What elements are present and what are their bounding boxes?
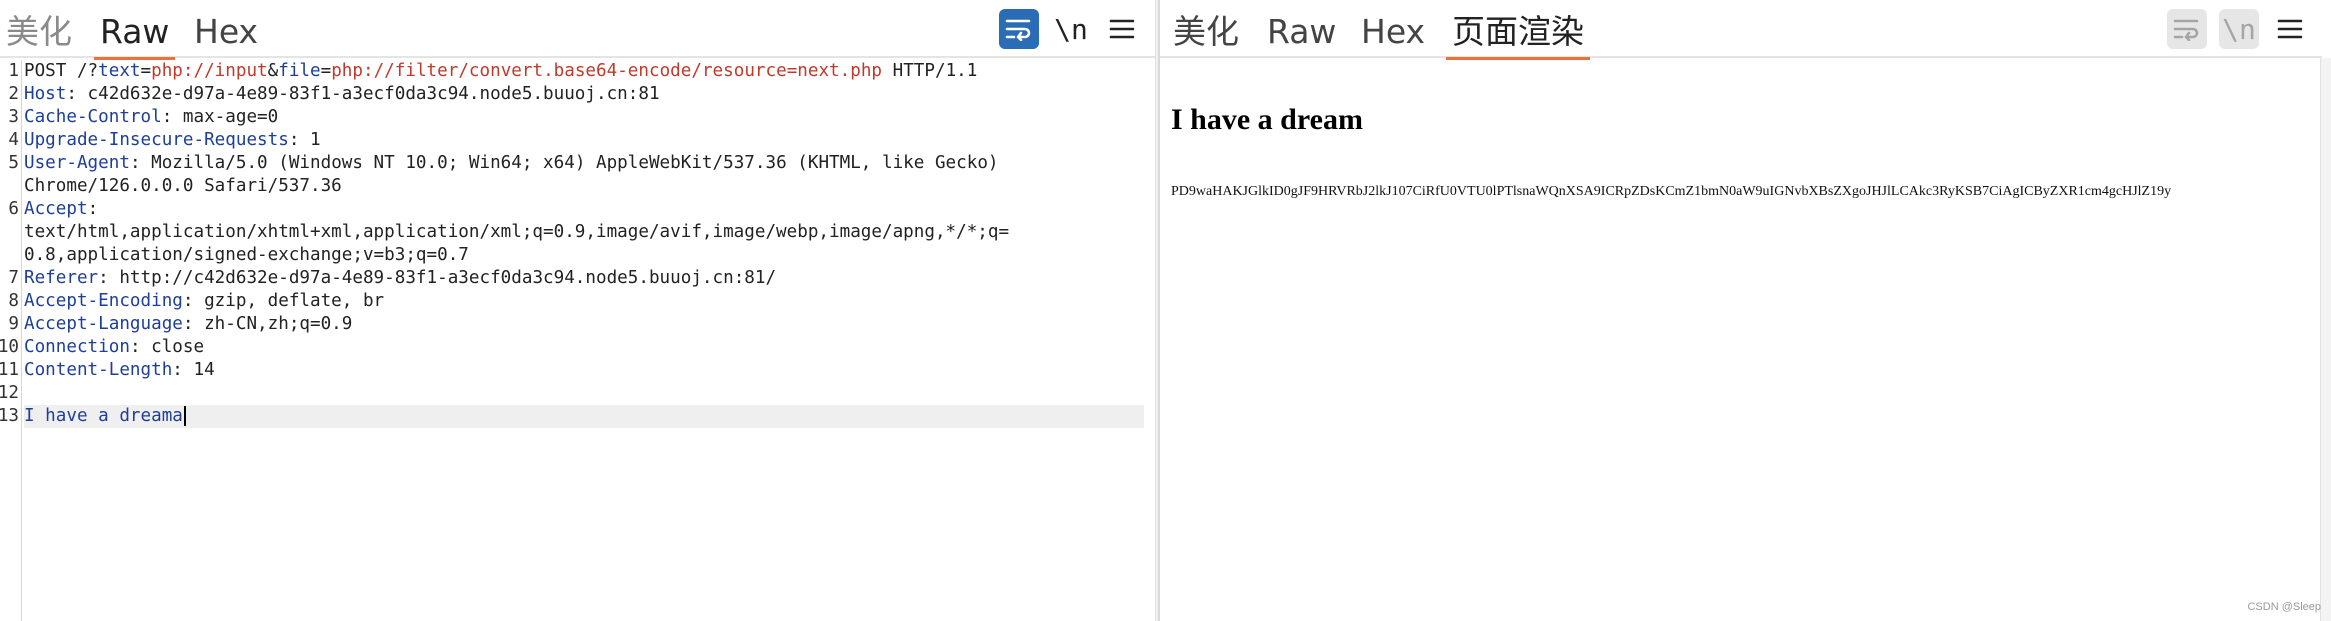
header-value: : 14 xyxy=(172,360,215,380)
request-body: I have a dreama xyxy=(24,406,183,426)
tab-raw[interactable]: Raw xyxy=(93,8,176,60)
header-value: Chrome/126.0.0.0 Safari/537.36 xyxy=(24,176,342,196)
request-tabbar: 美化 Raw Hex \n xyxy=(0,0,1155,60)
header-name: Upgrade-Insecure-Requests xyxy=(24,130,289,150)
request-body-line[interactable]: I have a dreama xyxy=(24,405,1144,428)
header-line: Content-Length: 14 xyxy=(24,359,1144,382)
header-value: 0.8,application/signed-exchange;v=b3;q=0… xyxy=(24,245,469,265)
header-name: Host xyxy=(24,84,67,104)
header-value: : zh-CN,zh;q=0.9 xyxy=(182,314,353,334)
request-line: POST /?text=php://input&file=php://filte… xyxy=(24,60,1144,83)
rendered-page-view[interactable]: I have a dream PD9waHAKJGlkID0gJF9HRVRbJ… xyxy=(1162,60,2320,621)
line-number-gutter: 1 2 3 4 5 6 7 8 9 10 11 12 13 xyxy=(0,60,22,621)
header-value: : 1 xyxy=(288,130,321,150)
line-number: 3 xyxy=(8,107,19,127)
request-menu-button[interactable] xyxy=(1102,9,1142,49)
header-name: User-Agent xyxy=(24,153,130,173)
text-cursor xyxy=(183,406,186,426)
param-name: text xyxy=(98,61,141,81)
header-line: Referer: http://c42d632e-d97a-4e89-83f1-… xyxy=(24,267,1144,290)
wrap-lines-icon xyxy=(1005,19,1031,41)
line-number xyxy=(0,244,19,267)
header-line: Host: c42d632e-d97a-4e89-83f1-a3ecf0da3c… xyxy=(24,83,1144,106)
line-number: 8 xyxy=(8,291,19,311)
tab-hex[interactable]: Hex xyxy=(194,8,258,56)
header-name: Accept-Language xyxy=(24,314,183,334)
hamburger-menu-icon xyxy=(2277,19,2303,39)
wrap-lines-button[interactable] xyxy=(999,9,1039,49)
param-value: php://input xyxy=(151,61,268,81)
line-number: 5 xyxy=(8,153,19,173)
line-number: 10 xyxy=(0,337,19,357)
rendered-heading: I have a dream xyxy=(1171,103,1363,136)
header-value: : http://c42d632e-d97a-4e89-83f1-a3ecf0d… xyxy=(98,268,777,288)
header-name: Accept-Encoding xyxy=(24,291,183,311)
header-value: : xyxy=(87,199,99,219)
line-number: 13 xyxy=(0,406,19,426)
tab-hex[interactable]: Hex xyxy=(1361,8,1425,56)
header-value: : close xyxy=(129,337,205,357)
header-name: Content-Length xyxy=(24,360,173,380)
header-value: : c42d632e-d97a-4e89-83f1-a3ecf0da3c94.n… xyxy=(66,84,660,104)
header-line-wrap: Chrome/126.0.0.0 Safari/537.36 xyxy=(24,175,1144,198)
header-value: : max-age=0 xyxy=(161,107,279,127)
header-name: Referer xyxy=(24,268,99,288)
header-name: Cache-Control xyxy=(24,107,162,127)
tab-pretty[interactable]: 美化 xyxy=(1173,8,1239,56)
empty-line xyxy=(24,382,1144,405)
response-menu-button[interactable] xyxy=(2270,9,2310,49)
header-line: Accept-Language: zh-CN,zh;q=0.9 xyxy=(24,313,1144,336)
line-number: 7 xyxy=(8,268,19,288)
request-editor[interactable]: 1 2 3 4 5 6 7 8 9 10 11 12 13 POST /?tex… xyxy=(0,60,1155,621)
line-number: 11 xyxy=(0,360,19,380)
line-number: 12 xyxy=(0,383,19,403)
header-name: Accept xyxy=(24,199,88,219)
vertical-scrollbar[interactable] xyxy=(2320,58,2331,621)
tab-raw[interactable]: Raw xyxy=(1267,8,1336,56)
header-line-wrap: 0.8,application/signed-exchange;v=b3;q=0… xyxy=(24,244,1144,267)
param-value: php://filter/convert.base64-encode/resou… xyxy=(331,61,883,81)
line-number: 6 xyxy=(8,199,19,219)
request-panel: 美化 Raw Hex \n 1 2 3 4 5 6 7 8 9 10 11 12… xyxy=(0,0,1155,621)
header-line: Accept-Encoding: gzip, deflate, br xyxy=(24,290,1144,313)
header-value: : Mozilla/5.0 (Windows NT 10.0; Win64; x… xyxy=(129,153,999,173)
response-tabbar: 美化 Raw Hex 页面渲染 \n xyxy=(1160,0,2322,60)
wrap-lines-icon xyxy=(2173,19,2199,41)
response-panel: 美化 Raw Hex 页面渲染 \n I have a dream PD9waH… xyxy=(1158,0,2322,621)
line-number: 2 xyxy=(8,84,19,104)
line-number: 1 xyxy=(8,61,19,81)
line-number xyxy=(0,175,19,198)
param-equals: = xyxy=(320,61,332,81)
header-line-wrap: text/html,application/xhtml+xml,applicat… xyxy=(24,221,1144,244)
line-number: 4 xyxy=(8,130,19,150)
param-equals: = xyxy=(140,61,152,81)
http-version: HTTP/1.1 xyxy=(882,61,978,81)
line-number xyxy=(0,221,19,244)
header-line: User-Agent: Mozilla/5.0 (Windows NT 10.0… xyxy=(24,152,1144,175)
header-line: Upgrade-Insecure-Requests: 1 xyxy=(24,129,1144,152)
header-value: : gzip, deflate, br xyxy=(182,291,385,311)
wrap-lines-button[interactable] xyxy=(2167,9,2207,49)
request-method: POST /? xyxy=(24,61,99,81)
hamburger-menu-icon xyxy=(1109,19,1135,39)
newline-icon: \n xyxy=(2222,12,2256,46)
watermark: CSDN @Sleep xyxy=(2247,601,2321,613)
show-newlines-button[interactable]: \n xyxy=(2219,9,2259,49)
line-number: 9 xyxy=(8,314,19,334)
tab-render[interactable]: 页面渲染 xyxy=(1446,8,1590,60)
header-name: Connection xyxy=(24,337,130,357)
header-line: Cache-Control: max-age=0 xyxy=(24,106,1144,129)
header-line: Connection: close xyxy=(24,336,1144,359)
tab-pretty[interactable]: 美化 xyxy=(6,8,72,56)
header-line: Accept: xyxy=(24,198,1144,221)
base64-output-text: PD9waHAKJGlkID0gJF9HRVRbJ2lkJ107CiRfU0VT… xyxy=(1171,184,2172,199)
header-value: text/html,application/xhtml+xml,applicat… xyxy=(24,222,1010,242)
newline-icon: \n xyxy=(1054,12,1088,46)
param-name: file xyxy=(278,61,321,81)
show-newlines-button[interactable]: \n xyxy=(1051,9,1091,49)
param-separator: & xyxy=(267,61,279,81)
